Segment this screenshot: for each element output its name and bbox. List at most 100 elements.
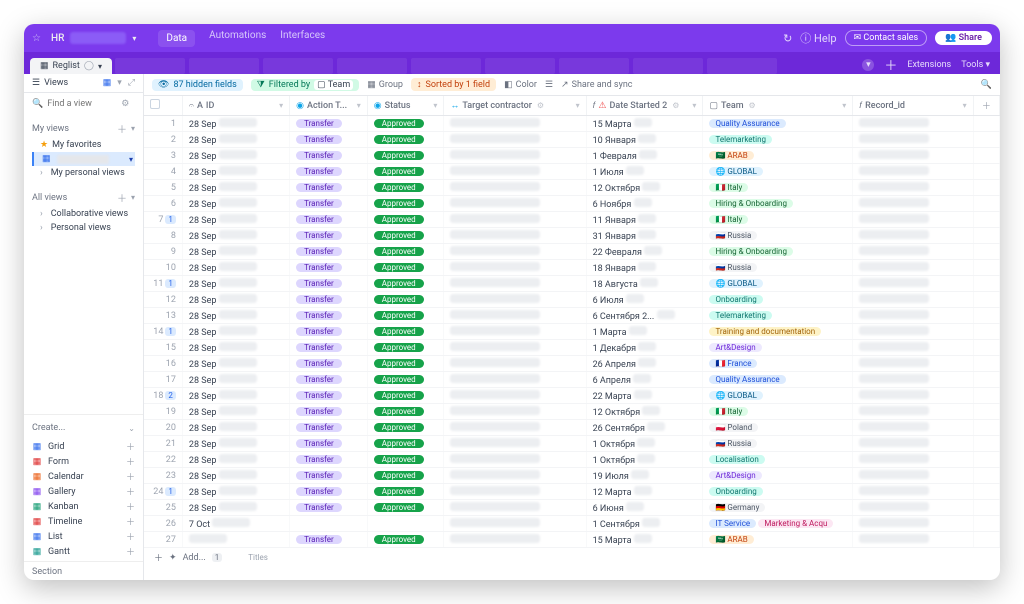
status-cell[interactable]: Approved [367,164,444,180]
settings-icon[interactable]: ⚙ [121,99,129,109]
record-cell[interactable] [853,148,973,164]
gear-icon[interactable]: ⚙ [537,101,544,110]
create-timeline[interactable]: ▦Timeline＋ [24,514,143,529]
create-gallery[interactable]: ▦Gallery＋ [24,484,143,499]
row-number[interactable]: 241 [144,484,182,500]
row-number[interactable]: 5 [144,180,182,196]
table-row[interactable]: 20 28 Sep Transfer Approved 26 Сентября … [144,420,1000,436]
record-cell[interactable] [853,260,973,276]
record-cell[interactable] [853,500,973,516]
action-cell[interactable]: Transfer [290,436,368,452]
date-cell[interactable]: 1 Февраля [586,148,703,164]
action-cell[interactable]: Transfer [290,116,368,132]
action-cell[interactable]: Transfer [290,228,368,244]
table-row[interactable]: 26 7 Oct 1 Сентября IT Service Marketing… [144,516,1000,532]
action-cell[interactable]: Transfer [290,180,368,196]
status-cell[interactable]: Approved [367,180,444,196]
date-cell[interactable]: 18 Января [586,260,703,276]
select-all-checkbox[interactable] [150,99,160,109]
add-icon[interactable]: ＋ [126,470,135,483]
id-cell[interactable]: 28 Sep [182,452,289,468]
target-cell[interactable] [444,468,586,484]
add-icon[interactable]: ＋ [117,190,127,205]
action-cell[interactable]: Transfer [290,196,368,212]
tools-button[interactable]: Tools ▾ [961,60,990,70]
status-cell[interactable]: Approved [367,532,444,548]
status-cell[interactable]: Approved [367,196,444,212]
add-icon[interactable]: ＋ [126,530,135,543]
record-cell[interactable] [853,164,973,180]
team-cell[interactable]: Quality Assurance [703,372,853,388]
target-cell[interactable] [444,132,586,148]
id-cell[interactable]: 28 Sep [182,132,289,148]
target-cell[interactable] [444,484,586,500]
table-row[interactable]: 4 28 Sep Transfer Approved 1 Июля 🌐GLOBA… [144,164,1000,180]
row-number[interactable]: 12 [144,292,182,308]
target-cell[interactable] [444,164,586,180]
id-cell[interactable]: 28 Sep [182,500,289,516]
search-icon[interactable]: 🔍 [981,80,992,90]
my-views-header[interactable]: My views ＋ ▾ [32,119,135,138]
id-cell[interactable]: 28 Sep [182,404,289,420]
action-cell[interactable]: Transfer [290,276,368,292]
action-cell[interactable]: Transfer [290,148,368,164]
target-cell[interactable] [444,324,586,340]
id-cell[interactable]: 28 Sep [182,468,289,484]
add-icon[interactable]: ＋ [126,455,135,468]
row-number[interactable]: 27 [144,532,182,548]
table-row[interactable]: 27 Transfer Approved 15 Марта 🇸🇦ARAB [144,532,1000,548]
target-cell[interactable] [444,356,586,372]
table-row[interactable]: 17 28 Sep Transfer Approved 6 Апреля Qua… [144,372,1000,388]
row-number[interactable]: 17 [144,372,182,388]
table-row[interactable]: 111 28 Sep Transfer Approved 18 Августа … [144,276,1000,292]
date-cell[interactable]: 1 Декабря [586,340,703,356]
status-cell[interactable]: Approved [367,244,444,260]
status-cell[interactable]: Approved [367,500,444,516]
team-cell[interactable]: Hiring & Onboarding [703,244,853,260]
date-cell[interactable]: 19 Июля [586,468,703,484]
target-cell[interactable] [444,516,586,532]
date-cell[interactable]: 6 Июля [586,292,703,308]
record-cell[interactable] [853,292,973,308]
date-cell[interactable]: 1 Июля [586,164,703,180]
my-favorites-item[interactable]: My favorites [32,138,135,152]
hidden-fields-pill[interactable]: 👁 87 hidden fields [152,79,243,91]
record-cell[interactable] [853,436,973,452]
status-cell[interactable]: Approved [367,308,444,324]
personal-views-item[interactable]: ›Personal views [32,221,135,235]
create-gantt[interactable]: ▦Gantt＋ [24,544,143,559]
team-cell[interactable]: 🌐GLOBAL [703,388,853,404]
target-cell[interactable] [444,212,586,228]
create-grid[interactable]: ▦Grid＋ [24,439,143,454]
team-cell[interactable]: Quality Assurance [703,116,853,132]
extensions-button[interactable]: Extensions [907,60,951,70]
team-cell[interactable]: 🇩🇪Germany [703,500,853,516]
views-toggle[interactable]: ☰ Views [32,78,68,88]
add-icon[interactable]: ＋ [126,440,135,453]
table-row[interactable]: 25 28 Sep Transfer Approved 6 Июня 🇩🇪Ger… [144,500,1000,516]
table-row[interactable]: 23 28 Sep Transfer Approved 19 Июля Art&… [144,468,1000,484]
status-cell[interactable]: Approved [367,116,444,132]
action-cell[interactable]: Transfer [290,388,368,404]
target-cell[interactable] [444,292,586,308]
my-personal-views-item[interactable]: ›My personal views [32,166,135,180]
record-cell[interactable] [853,388,973,404]
action-cell[interactable]: Transfer [290,452,368,468]
table-row[interactable]: 16 28 Sep Transfer Approved 26 Апреля 🇫🇷… [144,356,1000,372]
add-field-button[interactable]: ＋ [982,102,991,112]
id-cell[interactable]: 28 Sep [182,228,289,244]
row-number[interactable]: 182 [144,388,182,404]
status-cell[interactable]: Approved [367,420,444,436]
table-row[interactable]: 141 28 Sep Transfer Approved 1 Марта Tra… [144,324,1000,340]
table-row[interactable]: 19 28 Sep Transfer Approved 12 Октября 🇮… [144,404,1000,420]
table-row[interactable]: 182 28 Sep Transfer Approved 22 Марта 🌐G… [144,388,1000,404]
section-label[interactable]: Section [24,564,143,580]
date-cell[interactable]: 1 Октября [586,452,703,468]
share-button[interactable]: 👥 Share [935,31,992,45]
status-cell[interactable]: Approved [367,484,444,500]
color-dot-icon[interactable]: ▾ [862,59,874,71]
star-icon[interactable]: ☆ [32,33,41,44]
active-view-item[interactable]: ▾ [32,152,135,166]
team-cell[interactable]: 🇷🇺Russia [703,436,853,452]
row-number[interactable]: 25 [144,500,182,516]
